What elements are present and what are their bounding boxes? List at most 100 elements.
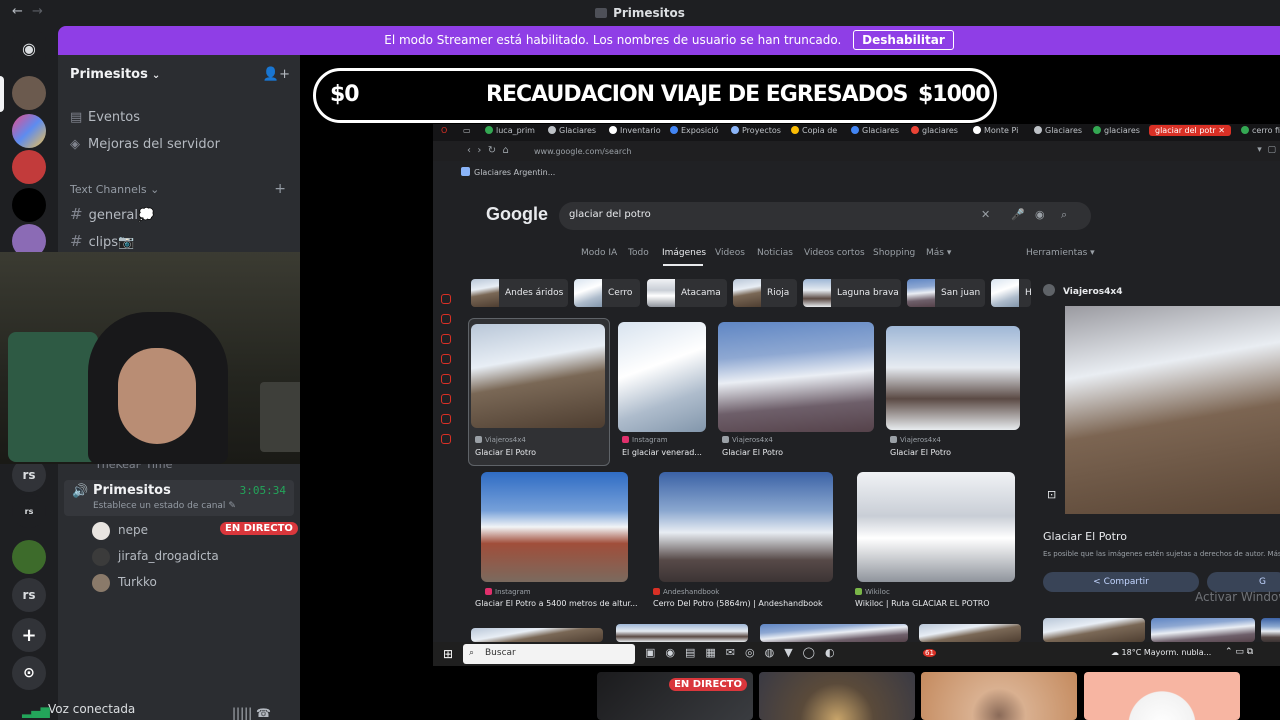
tab-shopping[interactable]: Shopping bbox=[873, 248, 915, 258]
url-field[interactable]: www.google.com/search bbox=[534, 147, 631, 156]
sidebar-app-icon[interactable] bbox=[441, 314, 451, 324]
tab-more[interactable]: Más ▾ bbox=[926, 248, 951, 258]
browser-tab[interactable]: Glaciares bbox=[851, 126, 899, 135]
tools-button[interactable]: Herramientas ▾ bbox=[1026, 248, 1095, 258]
server-rs-2[interactable]: rs bbox=[12, 494, 46, 528]
stream-tile[interactable]: EN DIRECTO bbox=[597, 672, 753, 720]
save-button[interactable]: G bbox=[1207, 572, 1280, 592]
server-name-header[interactable]: Primesitos ⌄ bbox=[70, 67, 160, 82]
browser-tab[interactable]: Proyectos bbox=[731, 126, 781, 135]
noise-suppression-icon[interactable]: ||||| bbox=[232, 706, 252, 720]
result-source: Viajeros4x4 bbox=[722, 436, 773, 444]
sidebar-app-icon[interactable] bbox=[441, 354, 451, 364]
share-button[interactable]: < Compartir bbox=[1043, 572, 1199, 592]
clear-icon[interactable]: ✕ bbox=[981, 208, 990, 221]
bookmark-item[interactable]: Glaciares Argentin... bbox=[461, 167, 555, 177]
server-rs-3[interactable]: rs bbox=[12, 578, 46, 612]
channel-general[interactable]: # general💭 bbox=[70, 205, 154, 223]
browser-tab[interactable]: cerro fi bbox=[1241, 126, 1280, 135]
create-channel-icon[interactable]: + bbox=[274, 181, 286, 197]
participant-tile[interactable] bbox=[759, 672, 915, 720]
sidebar-app-icon[interactable] bbox=[441, 414, 451, 424]
add-server-icon[interactable]: + bbox=[12, 618, 46, 652]
server-icon-3[interactable] bbox=[12, 150, 46, 184]
close-tab-icon[interactable]: ✕ bbox=[1218, 126, 1225, 135]
tab-icon[interactable]: ▭ bbox=[463, 126, 471, 135]
participant-tile[interactable] bbox=[1084, 672, 1240, 720]
related-thumbnail[interactable] bbox=[1151, 618, 1255, 642]
sidebar-app-icon[interactable] bbox=[441, 374, 451, 384]
taskbar-search[interactable]: ⌕ Buscar bbox=[463, 644, 635, 664]
tab-news[interactable]: Noticias bbox=[757, 248, 793, 258]
sidebar-app-icon[interactable] bbox=[441, 394, 451, 404]
invite-people-icon[interactable]: 👤+ bbox=[263, 67, 290, 82]
opera-icon[interactable]: O bbox=[441, 126, 447, 135]
google-search-box[interactable]: glaciar del potro ✕ 🎤 ◉ ⌕ bbox=[559, 202, 1091, 230]
browser-tab[interactable]: Glaciares bbox=[1034, 126, 1082, 135]
google-logo[interactable]: Google bbox=[486, 204, 548, 225]
voice-channel-active[interactable]: 🔊 Primesitos 3:05:34 Establece un estado… bbox=[64, 480, 294, 516]
preview-image[interactable] bbox=[1065, 306, 1280, 514]
filter-chip[interactable]: Andes áridos bbox=[471, 279, 568, 307]
tab-ai-mode[interactable]: Modo IA bbox=[581, 248, 617, 258]
disable-streamer-button[interactable]: Deshabilitar bbox=[853, 30, 954, 50]
browser-tab[interactable]: Exposició bbox=[670, 126, 719, 135]
mic-icon[interactable]: 🎤 bbox=[1011, 208, 1025, 221]
server-icon-1[interactable] bbox=[12, 76, 46, 110]
server-boosts-item[interactable]: ◈ Mejoras del servidor bbox=[70, 137, 220, 152]
browser-tab[interactable]: Monte Pi bbox=[973, 126, 1018, 135]
voice-connected-status[interactable]: ▂▄▆ Voz conectada bbox=[22, 702, 135, 718]
browser-tab[interactable]: luca_prim bbox=[485, 126, 535, 135]
browser-tab[interactable]: glaciares bbox=[1093, 126, 1140, 135]
browser-tab[interactable]: Copia de bbox=[791, 126, 837, 135]
tab-favicon bbox=[731, 126, 739, 134]
server-icon-4[interactable] bbox=[12, 188, 46, 222]
tab-images[interactable]: Imágenes bbox=[662, 248, 706, 258]
browser-tab[interactable]: Inventario bbox=[609, 126, 661, 135]
image-result-partial[interactable] bbox=[616, 624, 748, 642]
related-thumbnail[interactable] bbox=[1261, 618, 1280, 642]
filter-chip[interactable]: San juan bbox=[907, 279, 985, 307]
search-icon[interactable]: ⌕ bbox=[1061, 208, 1067, 222]
filter-chip[interactable]: Laguna brava bbox=[803, 279, 901, 307]
image-result-partial[interactable] bbox=[760, 624, 908, 642]
discord-home-icon[interactable]: ◉ bbox=[12, 31, 46, 65]
sidebar-app-icon[interactable] bbox=[441, 294, 451, 304]
disconnect-icon[interactable]: ☎ bbox=[256, 706, 271, 720]
nav-controls[interactable]: ‹ › ↻ ⌂ bbox=[467, 145, 509, 156]
preview-title[interactable]: Glaciar El Potro bbox=[1043, 530, 1127, 543]
browser-tab-active[interactable]: glaciar del potr ✕ bbox=[1149, 125, 1231, 136]
browser-toolbar-icons[interactable]: ▾ ▢ bbox=[1257, 145, 1276, 155]
filter-chip[interactable]: H bbox=[991, 279, 1032, 307]
weather-widget[interactable]: ☁ 18°C Mayorm. nubla... bbox=[1111, 648, 1211, 657]
channel-status-input[interactable]: Establece un estado de canal ✎ bbox=[93, 501, 236, 511]
lens-search-icon[interactable]: ⊡ bbox=[1047, 488, 1056, 501]
filter-chip[interactable]: Rioja bbox=[733, 279, 797, 307]
sidebar-app-icon[interactable] bbox=[441, 334, 451, 344]
camera-emoji: 📷 bbox=[117, 235, 135, 250]
system-tray[interactable]: ⌃ ▭ ⧉ bbox=[1225, 647, 1253, 657]
windows-start-icon[interactable]: ⊞ bbox=[443, 647, 453, 661]
image-result-partial[interactable] bbox=[471, 628, 603, 642]
browser-tab[interactable]: glaciares bbox=[911, 126, 958, 135]
taskbar-apps[interactable]: ▣◉▤▦✉◎◍▼◯◐ bbox=[645, 646, 845, 659]
filter-chip[interactable]: Atacama bbox=[647, 279, 727, 307]
events-item[interactable]: ▤ Eventos bbox=[70, 110, 140, 125]
server-icon-2[interactable] bbox=[12, 114, 46, 148]
tab-short-videos[interactable]: Videos cortos bbox=[804, 248, 865, 258]
related-thumbnail[interactable] bbox=[1043, 618, 1145, 642]
tab-videos[interactable]: Videos bbox=[715, 248, 745, 258]
server-minecraft-icon[interactable] bbox=[12, 540, 46, 574]
channel-clips[interactable]: # clips📷 bbox=[70, 232, 134, 250]
preview-source[interactable]: Viajeros4x4 bbox=[1043, 284, 1122, 297]
browser-tab[interactable]: Glaciares bbox=[548, 126, 596, 135]
tab-all[interactable]: Todo bbox=[628, 248, 649, 258]
participant-tile[interactable] bbox=[921, 672, 1077, 720]
discover-icon[interactable]: ⊙ bbox=[12, 656, 46, 690]
filter-chip[interactable]: Cerro bbox=[574, 279, 640, 307]
lens-icon[interactable]: ◉ bbox=[1035, 208, 1045, 221]
text-channels-category[interactable]: Text Channels ⌄ bbox=[70, 183, 159, 196]
sidebar-app-icon[interactable] bbox=[441, 434, 451, 444]
image-result-partial[interactable] bbox=[919, 624, 1021, 642]
calendar-icon: ▤ bbox=[70, 110, 83, 125]
